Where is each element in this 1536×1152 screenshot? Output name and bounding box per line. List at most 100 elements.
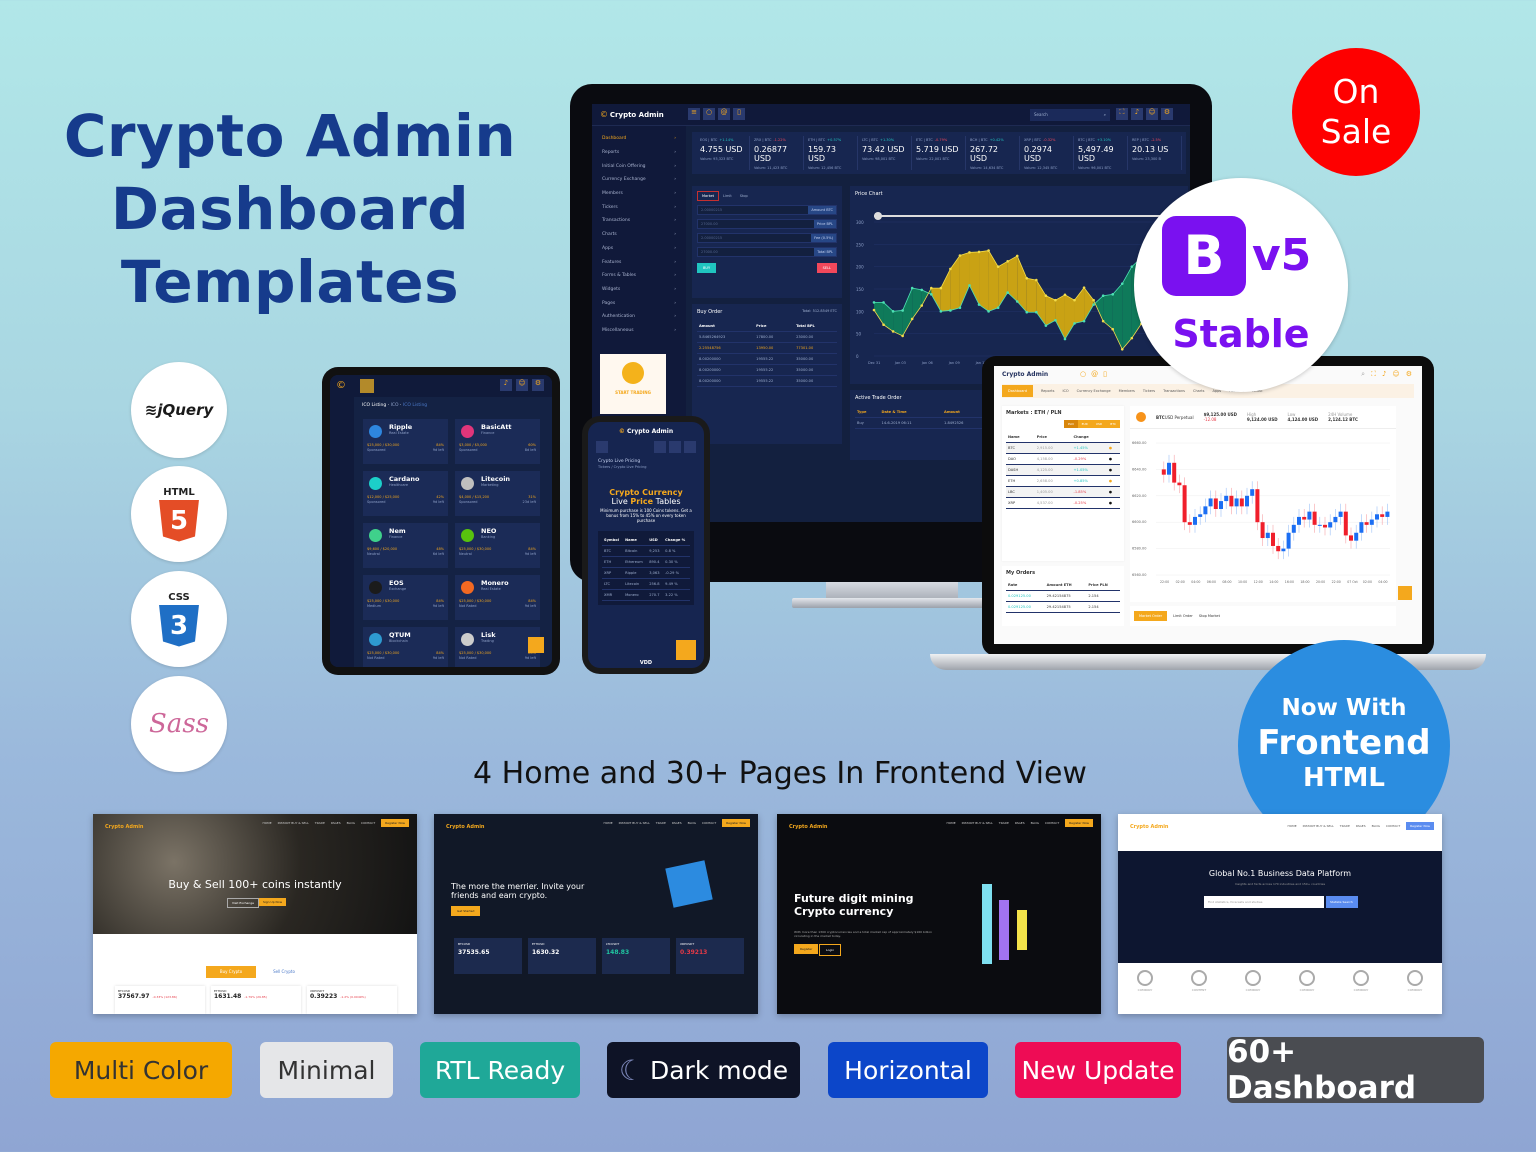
nav-link[interactable]: PAGES [1015,821,1025,825]
nav-link[interactable]: CONTACT [1386,824,1400,828]
nav-link[interactable]: TRADE [999,821,1009,825]
tab-limit[interactable]: Limit [719,192,736,200]
statistics-search-button[interactable]: Statista Search [1326,896,1358,908]
nav-link[interactable]: CONTACT [702,821,716,825]
price-card[interactable]: ETHUSD 1630.32 [528,938,596,974]
ico-card[interactable]: NEO Banking $25,000 / $30,000 84% Neutral 9d … [455,523,540,568]
table-row[interactable]: XMR Monero 270.7 3.22 % [602,589,690,601]
mail-icon[interactable]: @ [1091,370,1098,378]
settings-fab[interactable] [1398,586,1412,600]
frontend-thumbnail-4[interactable]: Crypto Admin HOME INSTANT BUY & SELL TRADE… [1118,814,1442,1014]
bell-icon[interactable] [654,441,666,453]
ico-card[interactable]: EOS Exchange $25,000 / $30,000 84% Medium 9d … [363,575,448,620]
menu-icon[interactable] [360,379,374,393]
ico-card[interactable]: BasicAtt Finance $3,000 / $5,000 60% Sponsor… [455,419,540,464]
table-row[interactable]: 8.00200000 19555.22 35000.00 [697,375,837,387]
buy-crypto-tab[interactable]: Buy Crypto [206,966,256,978]
mail-icon[interactable]: @ [718,108,730,120]
sidebar-item[interactable]: Members › [598,187,680,201]
nav-link[interactable]: HOME [603,821,612,825]
table-row[interactable]: 0.029125.00 29.42154875 2.154 [1006,601,1120,613]
frontend-thumbnail-2[interactable]: Crypto Admin HOME INSTANT BUY & SELL TRADE… [434,814,758,1014]
order-field[interactable]: 27000.00 Total BPL [697,247,837,257]
sidebar-item[interactable]: Tickers › [598,200,680,214]
ico-card[interactable]: QTUM Blockchain $25,000 / $30,000 84% Not Ra… [363,627,448,667]
star-icon[interactable]: ● [1106,475,1120,487]
gear-icon[interactable]: ⚙ [532,379,544,391]
sidebar-item[interactable]: Authentication › [598,310,680,324]
bell-icon[interactable]: ♪ [1382,370,1386,379]
start-trading-promo[interactable]: START TRADING [600,354,666,414]
ico-card[interactable]: Nem Finance $9,600 / $20,000 48% Neutral 6d l… [363,523,448,568]
nav-item[interactable]: Currency Exchange [1077,389,1111,393]
table-row[interactable]: 2.25548756 13950.00 77301.00 [697,342,837,354]
nav-link[interactable]: PAGES [672,821,682,825]
menu-icon[interactable] [596,441,608,453]
sidebar-item[interactable]: Charts › [598,228,680,242]
settings-fab[interactable] [676,640,696,660]
nav-link[interactable]: HOME [946,821,955,825]
price-card[interactable]: BTCUSD 37535.65 [454,938,522,974]
sidebar-item[interactable]: Dashboard › [598,132,680,146]
market-row[interactable]: BTC 2,915.00 +1.45% ● [1006,442,1120,454]
table-row[interactable]: 8.00200000 19555.22 35000.00 [697,364,837,376]
fullscreen-icon[interactable]: ⛶ [1116,108,1128,120]
tab-stop[interactable]: Stop [736,192,752,200]
nav-link[interactable]: TRADE [315,821,325,825]
sidebar-item[interactable]: Miscellaneous › [598,324,680,338]
nav-link[interactable]: CONTACT [361,821,375,825]
ico-card[interactable]: Monero Real Estate $25,000 / $30,000 84% Not… [455,575,540,620]
sidebar-item[interactable]: Reports › [598,146,680,160]
price-card[interactable]: XRPUSDT 0.39223 -1.2% (0.0049%) [307,986,397,1014]
sell-button[interactable]: SELL [816,263,837,273]
market-row[interactable]: ETH 2,658.00 +0.85% ● [1006,475,1120,487]
chat-icon[interactable]: ○ [703,108,715,120]
nav-item[interactable]: Transactions [1163,389,1185,393]
user-icon[interactable]: ☺ [1146,108,1158,120]
search-icon[interactable]: ⌕ [1361,370,1365,379]
sidebar-item[interactable]: Transactions › [598,214,680,228]
nav-link[interactable]: TRADE [656,821,666,825]
fullscreen-icon[interactable]: ⛶ [1371,370,1376,379]
clipboard-icon[interactable]: ▯ [1103,370,1107,378]
order-tab[interactable]: Limit Order [1173,614,1193,618]
visit-exchange-button[interactable]: Visit Exchange [227,898,260,908]
nav-link[interactable]: INSTANT BUY & SELL [1303,824,1334,828]
sidebar-item[interactable]: Pages › [598,296,680,310]
sell-crypto-tab[interactable]: Sell Crypto [259,966,309,978]
order-tab[interactable]: Stop Market [1199,614,1220,618]
star-icon[interactable]: ● [1106,453,1120,465]
statistics-search-input[interactable]: Find statistics, forecasts and studies [1204,896,1324,908]
table-row[interactable]: Buy 14-6-2019 06:11 1.8492526 [855,417,985,429]
nav-link[interactable]: HOME [262,821,271,825]
user-icon[interactable]: ☺ [516,379,528,391]
nav-link[interactable]: PAGES [1356,824,1366,828]
currency-filter[interactable]: BTC [1106,420,1120,428]
nav-link[interactable]: BLOG [1372,824,1380,828]
table-row[interactable]: 8.00200000 19555.22 35000.00 [697,353,837,365]
gear-icon[interactable]: ⚙ [1161,108,1173,120]
price-card[interactable]: LTCUSDT 148.83 [602,938,670,974]
ico-card[interactable]: Ripple Real Estate $25,000 / $30,000 84% Spo… [363,419,448,464]
nav-link[interactable]: TRADE [1340,824,1350,828]
nav-link[interactable]: BLOG [347,821,355,825]
market-row[interactable]: XRP 4,537.00 -0.25% ● [1006,497,1120,509]
sidebar-item[interactable]: Currency Exchange › [598,173,680,187]
bell-icon[interactable]: ♪ [1131,108,1143,120]
nav-link[interactable]: HOME [1287,824,1296,828]
nav-link[interactable]: INSTANT BUY & SELL [962,821,993,825]
bell-icon[interactable]: ♪ [500,379,512,391]
market-row[interactable]: DASH 4,125.00 +1.05% ● [1006,464,1120,476]
price-card[interactable]: BTCUSD 37567.97 -0.33% (123.86) [115,986,205,1014]
star-icon[interactable]: ● [1106,497,1120,509]
menu-icon[interactable]: ≡ [688,108,700,120]
order-field[interactable]: 2.00000215 Amount BTC [697,205,837,215]
star-icon[interactable]: ● [1106,442,1120,454]
star-icon[interactable]: ● [1106,486,1120,498]
ico-card[interactable]: Litecoin Marketing $4,000 / $15,200 31% Spon… [455,471,540,516]
register-now-button[interactable]: Register Now [1065,819,1093,827]
order-field[interactable]: 27000.00 Price BPL [697,219,837,229]
nav-link[interactable]: INSTANT BUY & SELL [278,821,309,825]
table-row[interactable]: LTC Litecoin 256.8 9.49 % [602,578,690,590]
register-now-button[interactable]: Register Now [381,819,409,827]
